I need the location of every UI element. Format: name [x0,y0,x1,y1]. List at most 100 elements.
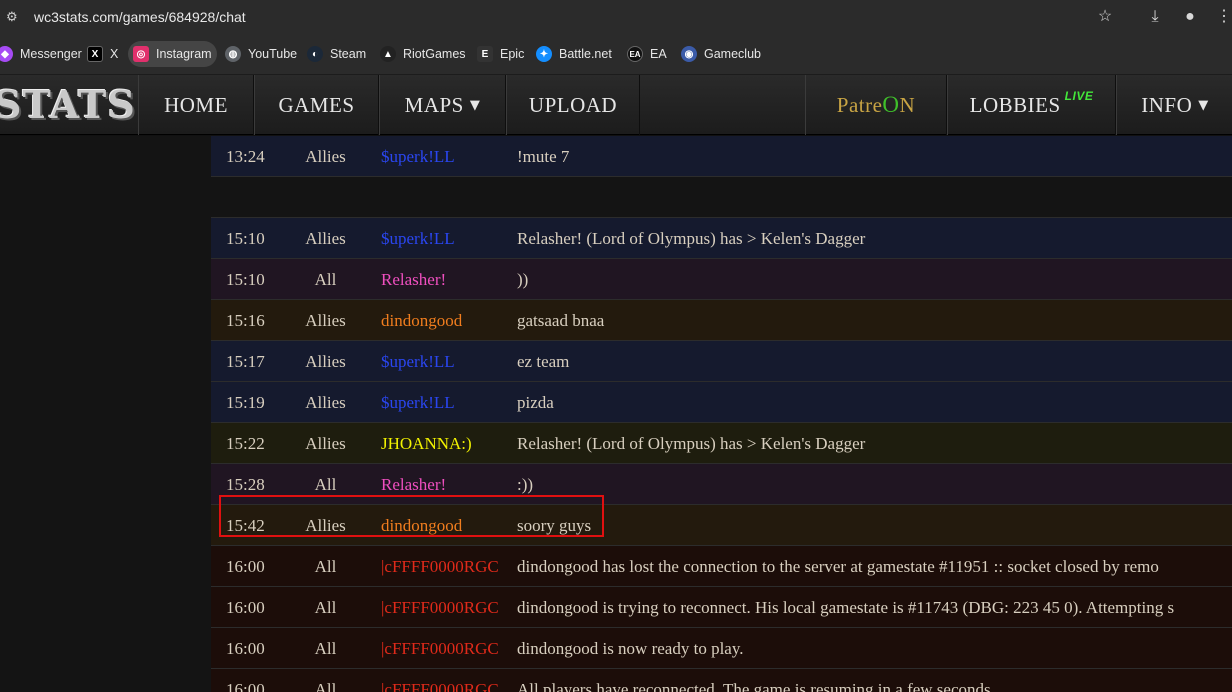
nav-home-label: HOME [164,92,228,117]
bookmark-label: RiotGames [403,47,466,61]
chat-row: 15:28 All Relasher!:)) [211,464,1232,505]
epic-icon: E [477,46,493,62]
chat-player[interactable]: Relasher! [381,475,446,495]
site-info-icon[interactable]: ⚙ [6,9,22,25]
chat-player[interactable]: dindongood [381,311,462,331]
chevron-down-icon: ▼ [1198,97,1209,113]
patreon-logo: PatreON [837,92,915,118]
patreon-text-end: N [899,93,916,117]
chat-message: soory guys [517,516,592,535]
page-content: 13:24 Allies $uperk!LL !mute 7 15:10 Allies $u… [0,136,1232,692]
site-navbar: STATS HOME GAMES MAPS ▼ UPLOAD PatreON L… [0,75,1232,135]
chat-channel: Allies [305,434,346,453]
bookmark-label: YouTube [248,47,298,61]
nav-home[interactable]: HOME [138,75,254,135]
bookmark-ea[interactable]: EA EA [622,41,672,67]
riot-icon: ▲ [380,46,396,62]
url-field[interactable]: wc3stats.com/games/684928/chat [34,9,246,25]
chat-row: 13:24 Allies $uperk!LL !mute 7 [211,136,1232,177]
chat-time: 13:24 [226,147,265,166]
chat-row: 16:00 All |cFFFF0000RGC dindongood has lost… [211,546,1232,587]
bookmark-x[interactable]: X X [82,41,123,67]
bookmark-riotgames[interactable]: ▲ RiotGames [375,41,471,67]
steam-icon: ◐ [307,46,323,62]
chevron-down-icon: ▼ [469,97,481,113]
bookmark-label: Instagram [156,47,212,61]
chat-message: dindongood is now ready to play. [517,639,744,658]
bookmark-steam[interactable]: ◐ Steam [302,41,371,67]
chat-time: 15:28 [226,475,265,494]
chat-time: 16:00 [226,598,265,617]
bookmark-youtube[interactable]: ◍ YouTube [220,41,302,67]
chat-player[interactable]: Relasher! [381,270,446,290]
gameclub-icon: ◉ [681,46,697,62]
chat-player[interactable]: $uperk!LL [381,147,455,167]
chat-channel: All [314,270,337,289]
chat-message: gatsaad bnaa [517,311,605,330]
bookmarks-bar: ◆ Messenger X X ◎ Instagram ◍ YouTube ◐ … [0,35,1232,75]
chat-channel: All [314,639,337,658]
chat-message: Relasher! (Lord of Olympus) has > Kelen'… [517,229,866,248]
nav-maps-label: MAPS [404,92,464,117]
nav-games[interactable]: GAMES [254,75,379,135]
bookmark-messenger[interactable]: ◆ Messenger [0,41,87,67]
bookmark-battlenet[interactable]: ✦ Battle.net [531,41,617,67]
nav-info[interactable]: INFO ▼ [1116,75,1232,135]
nav-games-label: GAMES [278,92,355,117]
chat-message: Relasher! (Lord of Olympus) has > Kelen'… [517,434,866,453]
chat-time: 15:10 [226,270,265,289]
nav-maps[interactable]: MAPS ▼ [379,75,506,135]
patreon-text-start: Patre [836,93,883,117]
menu-kebab-icon[interactable]: ⋮ [1214,7,1232,27]
chat-player[interactable]: $uperk!LL [381,229,455,249]
chat-player[interactable]: dindongood [381,516,462,536]
chat-time: 15:22 [226,434,265,453]
chat-row: 15:16 Allies dindongood gatsaad bnaa [211,300,1232,341]
chat-time: 15:16 [226,311,265,330]
bookmark-label: Messenger [20,47,82,61]
chat-channel: Allies [305,393,346,412]
chat-channel: Allies [305,229,346,248]
chat-channel: Allies [305,352,346,371]
chat-row: 15:22 Allies JHOANNA:) Relasher! (Lord of O… [211,423,1232,464]
chat-row: 15:17 Allies $uperk!LL ez team [211,341,1232,382]
bookmark-star-icon[interactable]: ☆ [1095,7,1115,27]
chat-message: dindongood is trying to reconnect. His l… [517,598,1175,617]
bookmark-instagram[interactable]: ◎ Instagram [128,41,217,67]
chat-channel: All [314,557,337,576]
nav-upload-label: UPLOAD [528,92,618,117]
ea-icon: EA [627,46,643,62]
bookmark-epic[interactable]: E Epic [472,41,529,67]
chat-log: 13:24 Allies $uperk!LL !mute 7 15:10 Allies $u… [211,136,1232,692]
nav-patreon[interactable]: PatreON [805,75,947,135]
chat-player[interactable]: |cFFFF0000RGC [381,557,499,577]
chat-channel: Allies [305,147,346,166]
chat-player[interactable]: |cFFFF0000RGC [381,639,499,659]
chat-message: ez team [517,352,570,371]
chat-player[interactable]: $uperk!LL [381,352,455,372]
profile-icon[interactable]: ● [1180,7,1200,27]
chat-row: 15:10 Allies $uperk!LL Relasher! (Lord of O… [211,218,1232,259]
chat-row: 16:00 All |cFFFF0000RGC dindongood is tryin… [211,587,1232,628]
chat-player[interactable]: JHOANNA:) [381,434,472,454]
chat-row: 15:42 Allies dindongood soory guys [211,505,1232,546]
chat-message: pizda [517,393,554,412]
chat-time: 16:00 [226,639,265,658]
chat-time: 15:19 [226,393,265,412]
chat-channel: All [314,598,337,617]
nav-upload[interactable]: UPLOAD [506,75,640,135]
messenger-icon: ◆ [0,46,13,62]
download-icon[interactable]: ⤓ [1145,7,1165,27]
chat-player[interactable]: $uperk!LL [381,393,455,413]
bookmark-label: EA [650,47,667,61]
chat-row: 15:19 Allies $uperk!LL pizda [211,382,1232,423]
site-logo[interactable]: STATS [0,83,136,127]
chat-message: !mute 7 [517,147,570,166]
chat-channel: All [314,680,337,692]
nav-lobbies[interactable]: LOBBIES LIVE [947,75,1116,135]
bookmark-gameclub[interactable]: ◉ Gameclub [676,41,766,67]
chat-row [211,177,1232,218]
nav-info-label: INFO [1141,92,1193,117]
chat-player[interactable]: |cFFFF0000RGC [381,680,499,692]
chat-player[interactable]: |cFFFF0000RGC [381,598,499,618]
